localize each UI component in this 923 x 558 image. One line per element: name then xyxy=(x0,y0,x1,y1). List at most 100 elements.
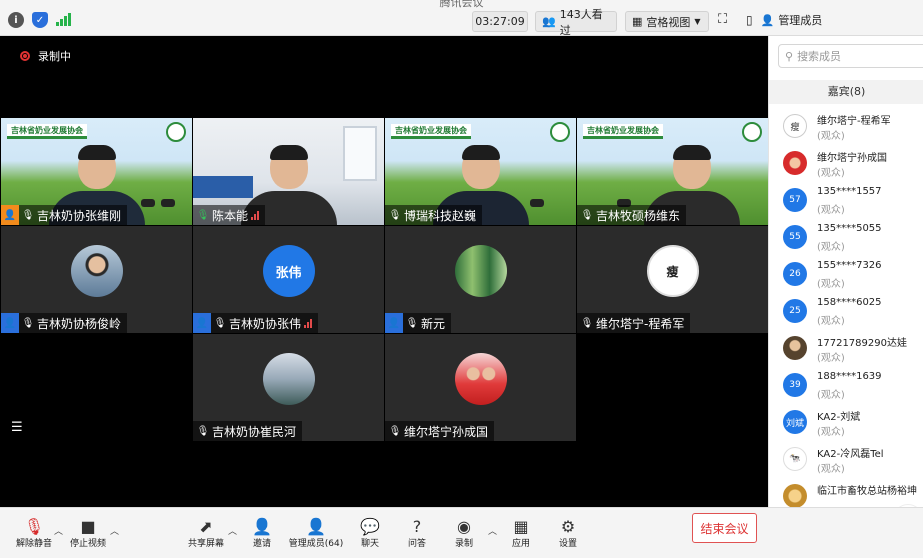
mic-on-icon: 🎙 xyxy=(196,209,210,221)
member-item[interactable]: 26 155****7326 (观众) xyxy=(769,256,923,293)
share-screen-button[interactable]: ⬈ 共享屏幕 xyxy=(176,516,236,550)
member-item[interactable]: 25 158****6025 (观众) xyxy=(769,293,923,330)
member-role: (观众) xyxy=(817,279,845,290)
record-dot-icon xyxy=(20,51,30,61)
participant-tile[interactable]: 🎙 吉林奶协崔民河 xyxy=(193,334,384,441)
record-button[interactable]: ◉ 录制 xyxy=(434,516,494,550)
association-logo-icon xyxy=(550,122,570,142)
member-avatar: 57 xyxy=(783,188,807,212)
mic-off-icon: 🎙 xyxy=(580,317,594,329)
share-screen-label: 共享屏幕 xyxy=(187,539,224,549)
member-item[interactable]: 57 135****1557 (观众) xyxy=(769,182,923,219)
end-meeting-button[interactable]: 结束会议 xyxy=(692,513,757,543)
member-role: (观众) xyxy=(817,464,845,475)
participant-name-bar: 🎙 维尔塔宁孙成国 xyxy=(385,421,495,441)
mic-off-icon: 🎙 xyxy=(405,317,419,329)
member-role: (观众) xyxy=(817,316,845,327)
shield-icon[interactable]: ✓ xyxy=(32,12,48,28)
member-search[interactable]: ⚲ 搜索成员 xyxy=(778,44,923,68)
member-list: 瘦 维尔塔宁-程希军 (观众) 维尔塔宁孙成国 (观众) 57 135****1… xyxy=(769,108,923,515)
fullscreen-icon: ⛶ xyxy=(718,12,728,27)
signal-icon[interactable] xyxy=(56,12,72,26)
member-name: 188****1639 xyxy=(817,371,882,382)
unmute-label: 解除静音 xyxy=(15,539,52,549)
participant-tile[interactable]: 瘦 🎙 维尔塔宁-程希军 xyxy=(577,226,768,333)
tile-banner: 吉林省奶业发展协会 xyxy=(391,124,471,139)
participant-name-bar: 👤 🎙 吉林奶协张维刚 xyxy=(1,205,128,225)
member-avatar: 25 xyxy=(783,299,807,323)
invite-label: 邀请 xyxy=(252,539,271,549)
member-role: (观众) xyxy=(817,205,845,216)
cow-icon xyxy=(161,199,175,207)
manage-members-button[interactable]: 👤 管理成员(64) xyxy=(286,516,346,550)
participant-name-bar: 🎙 吉林奶协崔民河 xyxy=(193,421,303,441)
member-item[interactable]: 55 135****5055 (观众) xyxy=(769,219,923,256)
member-role: (观众) xyxy=(817,168,845,179)
invite-icon: 👤 xyxy=(252,516,272,536)
participant-tile[interactable]: 张伟 👤 🎙 吉林奶协张伟 xyxy=(193,226,384,333)
search-placeholder: 搜索成员 xyxy=(797,50,842,63)
avatar xyxy=(454,245,507,297)
empty-tile: ☰ xyxy=(1,334,192,441)
member-name: 158****6025 xyxy=(817,297,882,308)
video-tile[interactable]: 吉林省奶业发展协会 🎙 博瑞科技赵巍 xyxy=(385,118,576,225)
chevron-down-icon: ▼ xyxy=(694,17,701,26)
stop-video-button[interactable]: ■ 停止视频 xyxy=(58,516,118,550)
person-badge-icon: 👤 xyxy=(385,313,403,333)
member-avatar xyxy=(783,151,807,175)
search-icon: ⚲ xyxy=(785,49,794,63)
sidebar-icon: ▯ xyxy=(746,13,753,27)
mic-off-icon: 🎙 xyxy=(388,209,402,221)
participant-name-bar: 🎙 陈本能 xyxy=(193,205,266,225)
mic-off-icon: 🎙 xyxy=(213,317,227,329)
guests-section-header[interactable]: 嘉宾(8) xyxy=(769,80,923,104)
video-tile[interactable]: 吉林省奶业发展协会 👤 🎙 吉林奶协张维刚 xyxy=(1,118,192,225)
settings-button[interactable]: ⚙ 设置 xyxy=(538,516,598,550)
participant-tile[interactable]: 🎙 维尔塔宁孙成国 xyxy=(385,334,576,441)
participant-name: 维尔塔宁孙成国 xyxy=(404,424,489,439)
participant-tile[interactable]: 👤 🎙 吉林奶协杨俊岭 xyxy=(1,226,192,333)
member-role: (观众) xyxy=(817,390,845,401)
video-tile[interactable]: 🎙 陈本能 xyxy=(193,118,384,225)
participant-name-bar: 🎙 维尔塔宁-程希军 xyxy=(577,313,691,333)
grid-icon: ▦ xyxy=(632,15,643,28)
chevron-up-icon[interactable]: ︿ xyxy=(110,524,119,537)
list-icon[interactable]: ☰ xyxy=(11,420,23,435)
avatar xyxy=(70,245,123,297)
person-icon: 👤 xyxy=(760,13,775,27)
member-item[interactable]: 39 188****1639 (观众) xyxy=(769,367,923,404)
participant-name: 新元 xyxy=(421,316,446,331)
member-item[interactable]: 刘斌 KA2-刘斌 (观众) xyxy=(769,404,923,441)
video-tile[interactable]: 吉林省奶业发展协会 🎙 吉林牧硕杨维东 xyxy=(577,118,768,225)
avatar xyxy=(454,353,507,405)
meeting-timer: 03:27:09 xyxy=(472,11,528,32)
member-role: (观众) xyxy=(817,131,845,142)
participant-name-bar: 🎙 吉林牧硕杨维东 xyxy=(577,205,687,225)
status-icons: i ✓ xyxy=(8,12,72,28)
avatar xyxy=(262,353,315,405)
view-mode-dropdown[interactable]: ▦ 宫格视图 ▼ xyxy=(625,11,709,32)
viewers-count[interactable]: 👥 143人看过 xyxy=(535,8,617,37)
room-window xyxy=(343,126,377,181)
member-item[interactable]: 维尔塔宁孙成国 (观众) xyxy=(769,145,923,182)
cow-icon xyxy=(530,199,544,207)
record-icon: ◉ xyxy=(457,516,471,536)
people-icon: 👥 xyxy=(542,15,556,28)
info-icon[interactable]: i xyxy=(8,12,24,28)
recording-indicator: 录制中 xyxy=(20,48,71,64)
fullscreen-button[interactable]: ⛶ xyxy=(718,12,727,27)
member-role: (观众) xyxy=(817,353,845,364)
member-item[interactable]: 17721789290达娃 (观众) xyxy=(769,330,923,367)
participant-tile[interactable]: 👤 🎙 新元 xyxy=(385,226,576,333)
recording-label: 录制中 xyxy=(38,50,71,63)
avatar: 瘦 xyxy=(646,245,699,297)
invite-button[interactable]: 👤 邀请 xyxy=(232,516,292,550)
manage-members-toggle[interactable]: ▯ 👤 管理成员 xyxy=(746,12,822,28)
member-item[interactable]: 瘦 维尔塔宁-程希军 (观众) xyxy=(769,108,923,145)
window-title: 腾讯会议 xyxy=(439,0,484,9)
avatar: 张伟 xyxy=(262,245,315,297)
member-item[interactable]: 🐄 KA2-冷风磊Tel (观众) xyxy=(769,441,923,478)
member-name: 135****1557 xyxy=(817,186,882,197)
member-avatar: 39 xyxy=(783,373,807,397)
participant-name-bar: 👤 🎙 新元 xyxy=(385,313,452,333)
